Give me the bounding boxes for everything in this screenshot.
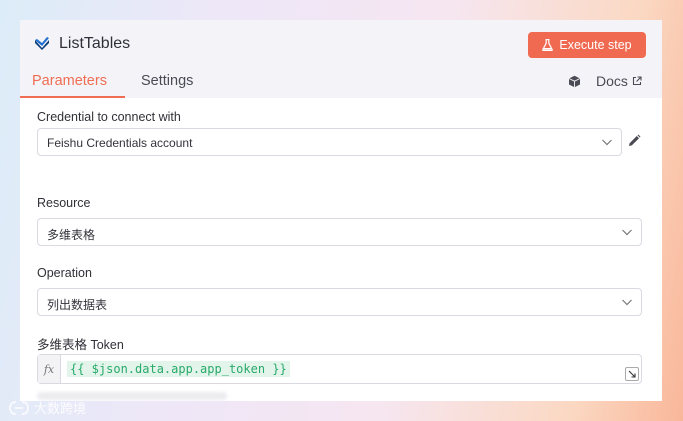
credential-label: Credential to connect with xyxy=(37,110,181,124)
operation-select[interactable]: 列出数据表 xyxy=(37,288,642,316)
operation-value: 列出数据表 xyxy=(47,298,108,312)
docs-link[interactable]: Docs xyxy=(596,73,642,89)
token-expression-value: {{ $json.data.app.app_token }} xyxy=(67,361,290,377)
flask-icon xyxy=(542,39,554,51)
execute-step-button[interactable]: Execute step xyxy=(528,32,646,58)
watermark-text: 大数跨境 xyxy=(34,401,87,416)
credential-value: Feishu Credentials account xyxy=(47,136,193,150)
pencil-icon[interactable] xyxy=(627,134,641,148)
docs-label: Docs xyxy=(596,73,628,89)
execute-step-label: Execute step xyxy=(559,38,632,52)
token-label: 多维表格 Token xyxy=(37,338,124,352)
chevron-down-icon xyxy=(622,299,632,306)
node-title: ListTables xyxy=(59,35,131,52)
node-panel: ListTables Execute step Parameters Setti… xyxy=(20,20,662,401)
n8n-logo-icon xyxy=(35,37,49,50)
chevron-down-icon xyxy=(602,139,612,146)
credential-select[interactable]: Feishu Credentials account xyxy=(37,128,622,156)
chevron-down-icon xyxy=(622,229,632,236)
resource-label: Resource xyxy=(37,196,91,210)
watermark-logo-icon xyxy=(9,400,29,415)
resource-select[interactable]: 多维表格 xyxy=(37,218,642,246)
token-expression-input[interactable]: fx {{ $json.data.app.app_token }} xyxy=(37,354,642,384)
box-icon xyxy=(568,75,581,88)
resource-value: 多维表格 xyxy=(47,228,96,242)
tab-settings[interactable]: Settings xyxy=(141,73,193,89)
tab-parameters[interactable]: Parameters xyxy=(32,73,107,89)
parameters-form: Credential to connect with Feishu Creden… xyxy=(20,98,662,401)
panel-header: ListTables Execute step Parameters Setti… xyxy=(20,20,662,98)
watermark: 大数跨境 xyxy=(8,398,86,417)
fx-badge: fx xyxy=(38,355,61,383)
expand-icon[interactable] xyxy=(625,367,639,381)
operation-label: Operation xyxy=(37,266,92,280)
external-link-icon xyxy=(632,76,642,86)
